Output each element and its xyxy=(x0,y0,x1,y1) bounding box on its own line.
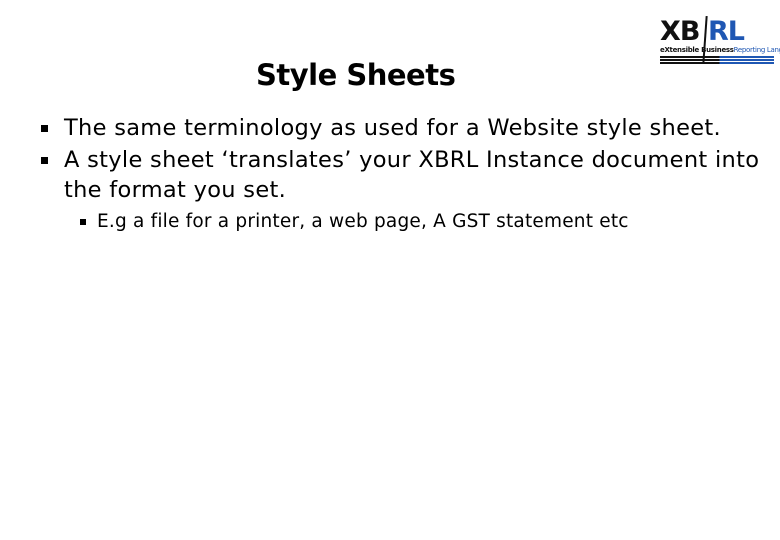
square-bullet-icon xyxy=(80,219,86,225)
logo-wordmark: XB RL xyxy=(660,16,745,47)
logo-word-left: XB xyxy=(660,16,700,47)
logo-tagline-right: Reporting Language xyxy=(733,46,780,54)
bullet-text: The same terminology as used for a Websi… xyxy=(64,115,721,141)
bullet-text: A style sheet ‘translates’ your XBRL Ins… xyxy=(64,147,760,203)
logo-tagline-left: eXtensible Business xyxy=(660,46,734,54)
sub-bullet-item: E.g a file for a printer, a web page, A … xyxy=(40,209,760,235)
xbrl-logo: XB RL eXtensible BusinessReporting Langu… xyxy=(660,15,780,68)
bullet-item: A style sheet ‘translates’ your XBRL Ins… xyxy=(40,145,760,205)
square-bullet-icon xyxy=(41,157,48,164)
slide-title: Style Sheets xyxy=(256,58,456,92)
square-bullet-icon xyxy=(41,125,48,132)
slide-content: The same terminology as used for a Websi… xyxy=(40,113,760,235)
bullet-item: The same terminology as used for a Websi… xyxy=(40,113,760,143)
logo-lines xyxy=(660,56,774,64)
logo-word-right: RL xyxy=(708,16,745,47)
sub-bullet-text: E.g a file for a printer, a web page, A … xyxy=(97,211,629,232)
logo-tagline: eXtensible BusinessReporting Language xyxy=(660,46,780,54)
